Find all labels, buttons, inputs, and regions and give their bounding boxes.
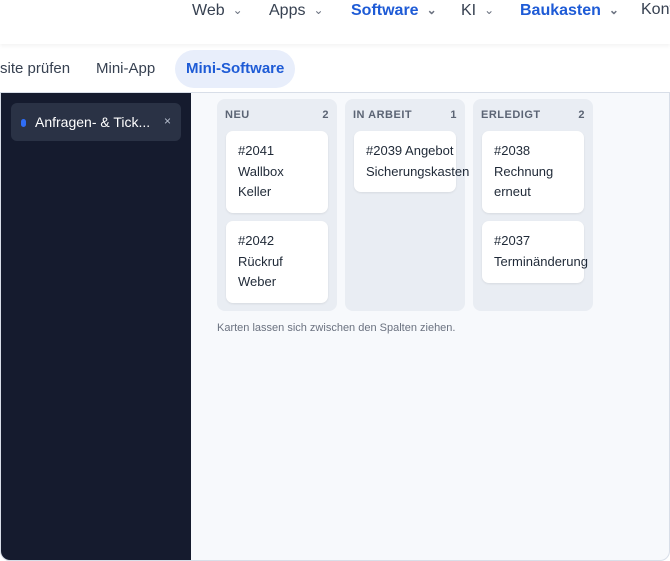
ticket-card[interactable]: #2039 Angebot Sicherungskasten: [354, 131, 469, 192]
close-icon[interactable]: ×: [164, 114, 171, 128]
card-text: #2039 Angebot Sicherungskasten: [366, 143, 470, 179]
ticket-card[interactable]: #2037 Terminänderung: [482, 221, 588, 283]
column-count: 1: [450, 109, 457, 121]
ticket-card[interactable]: #2041 Wallbox Keller: [226, 131, 328, 213]
nav-item-web[interactable]: Web ⌄: [192, 0, 243, 20]
card-text: #2038 Rechnung erneut: [494, 143, 554, 199]
tab-mini-software[interactable]: Mini-Software: [175, 50, 296, 88]
drag-hint: Karten lassen sich zwischen den Spalten …: [217, 322, 456, 334]
tab-site-pruefen[interactable]: site prüfen: [0, 50, 70, 88]
column-count: 2: [322, 109, 329, 121]
nav-label: Software: [351, 2, 419, 19]
status-dot: [21, 119, 26, 127]
nav-label: Web: [192, 2, 225, 19]
chevron-down-icon: ⌄: [608, 3, 619, 17]
ticket-card[interactable]: #2042 Rückruf Weber: [226, 221, 328, 303]
column-header: ERLEDIGT 2: [481, 109, 585, 123]
nav-label: Baukasten: [520, 2, 601, 19]
nav-item-kontakt[interactable]: Kont: [641, 0, 670, 20]
column-header: NEU 2: [225, 109, 329, 123]
column-title: NEU: [225, 109, 250, 121]
column-title: IN ARBEIT: [353, 109, 413, 121]
tab-mini-app[interactable]: Mini-App: [96, 50, 155, 88]
sidebar-tab-label: Anfragen- & Tick...: [35, 114, 151, 130]
column-neu: NEU 2 #2041 Wallbox Keller #2042 Rückruf…: [217, 99, 337, 311]
chevron-down-icon: ⌄: [484, 3, 495, 17]
sub-tabs: site prüfen Mini-App Mini-Software: [0, 50, 670, 88]
nav-label: KI: [461, 2, 477, 19]
nav-item-software[interactable]: Software ⌄: [351, 0, 437, 20]
card-text: #2037 Terminänderung: [494, 233, 588, 269]
nav-item-ki[interactable]: KI ⌄: [461, 0, 494, 20]
sidebar: Anfragen- & Tick... ×: [1, 93, 191, 560]
column-erledigt: ERLEDIGT 2 #2038 Rechnung erneut #2037 T…: [473, 99, 593, 311]
nav-label: Apps: [269, 2, 306, 19]
card-text: #2041 Wallbox Keller: [238, 143, 284, 199]
nav-item-baukasten[interactable]: Baukasten ⌄: [520, 0, 619, 20]
nav-label: Kont: [641, 1, 670, 18]
column-in-arbeit: IN ARBEIT 1 #2039 Angebot Sicherungskast…: [345, 99, 469, 311]
chevron-down-icon: ⌄: [426, 3, 437, 17]
nav-item-apps[interactable]: Apps ⌄: [269, 0, 324, 20]
card-text: #2042 Rückruf Weber: [238, 233, 283, 289]
ticket-card[interactable]: #2038 Rechnung erneut: [482, 131, 584, 213]
sidebar-tab-anfragen[interactable]: Anfragen- & Tick... ×: [11, 103, 181, 141]
app-frame: Anfragen- & Tick... × NEU 2 #2041 Wallbo…: [0, 92, 670, 561]
chevron-down-icon: ⌄: [313, 3, 324, 17]
column-count: 2: [578, 109, 585, 121]
chevron-down-icon: ⌄: [232, 3, 243, 17]
top-navigation: Web ⌄ Apps ⌄ Software ⌄ KI ⌄ Baukasten ⌄ Kont: [0, 0, 670, 44]
column-header: IN ARBEIT 1: [353, 109, 457, 123]
column-title: ERLEDIGT: [481, 109, 541, 121]
